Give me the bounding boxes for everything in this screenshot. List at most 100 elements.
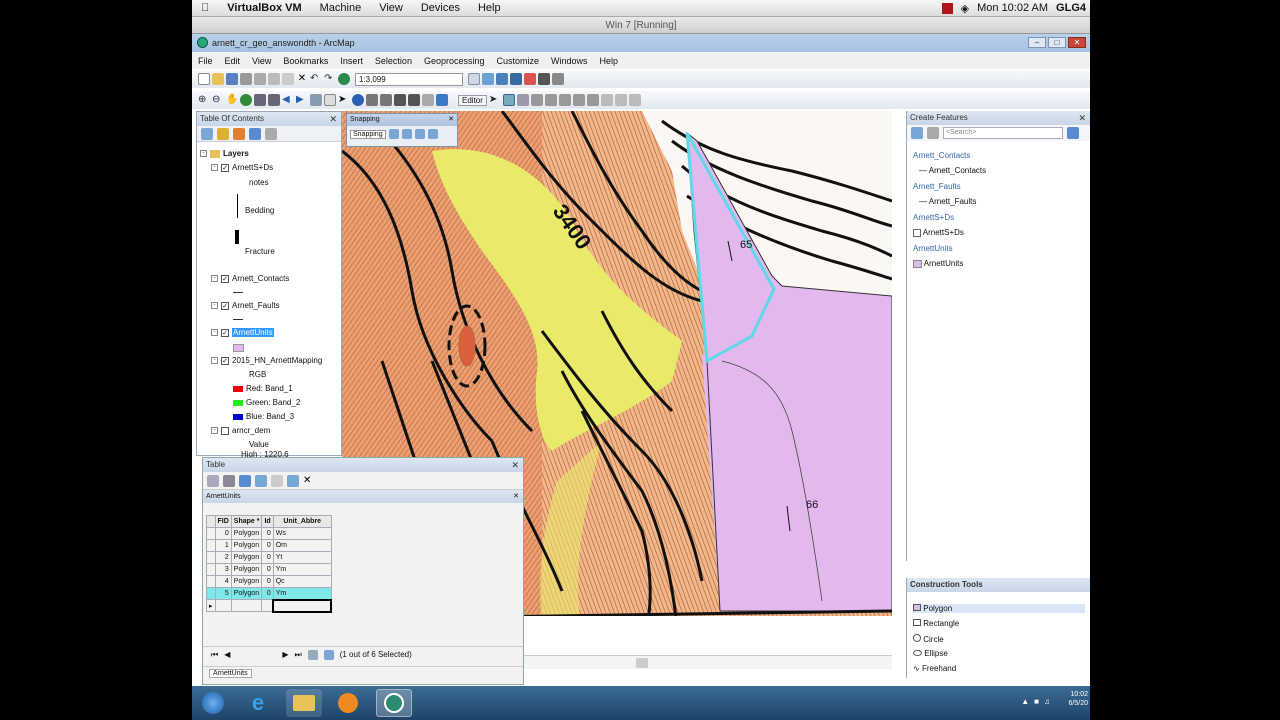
tool-ellipse[interactable]: Ellipse bbox=[913, 649, 948, 658]
toc-layer-arnett-sds[interactable]: - ✓ ArnettS+Ds bbox=[211, 163, 273, 172]
point-snapping-icon[interactable] bbox=[388, 129, 399, 139]
layer-visibility-checkbox[interactable]: ✓ bbox=[221, 301, 229, 310]
cell-shape[interactable]: Polygon bbox=[230, 527, 263, 540]
last-record-icon[interactable]: ⏭ bbox=[295, 650, 302, 660]
internet-explorer-icon[interactable]: e bbox=[240, 689, 276, 717]
row-selector[interactable] bbox=[206, 587, 216, 600]
cell-empty[interactable] bbox=[261, 599, 274, 612]
route-icon[interactable] bbox=[408, 94, 420, 106]
recording-icon[interactable] bbox=[941, 2, 953, 14]
zoom-out-icon[interactable]: ⊖ bbox=[212, 94, 224, 106]
tool-polygon[interactable]: Polygon bbox=[913, 604, 1085, 613]
cell-id[interactable]: 0 bbox=[261, 587, 274, 600]
collapse-icon[interactable]: - bbox=[200, 150, 207, 157]
maximize-button[interactable]: □ bbox=[1048, 37, 1066, 48]
cell-fid[interactable]: 1 bbox=[214, 539, 232, 552]
straight-segment-icon[interactable] bbox=[502, 94, 515, 106]
file-explorer-icon[interactable] bbox=[286, 689, 322, 717]
search-icon[interactable] bbox=[1067, 127, 1079, 139]
menu-insert[interactable]: Insert bbox=[334, 56, 369, 66]
toc-layer-mapping[interactable]: - ✓ 2015_HN_ArnettMapping bbox=[211, 356, 322, 365]
select-elements-icon[interactable]: ➤ bbox=[338, 94, 350, 106]
editor-toolbar-icon[interactable] bbox=[468, 73, 480, 85]
row-selector[interactable] bbox=[206, 563, 216, 576]
menu-file[interactable]: File bbox=[192, 56, 219, 66]
open-icon[interactable] bbox=[212, 73, 224, 85]
cell-id[interactable]: 0 bbox=[261, 551, 274, 564]
full-extent-icon[interactable] bbox=[240, 94, 252, 106]
list-by-selection-icon[interactable] bbox=[249, 127, 261, 140]
back-icon[interactable]: ◀ bbox=[282, 94, 294, 106]
vertex-snapping-icon[interactable] bbox=[414, 129, 425, 139]
table-row[interactable]: 4 Polygon 0 Qc bbox=[206, 575, 332, 588]
new-icon[interactable] bbox=[198, 73, 210, 85]
select-features-icon[interactable] bbox=[310, 94, 322, 106]
tray-arrow-icon[interactable]: ▲ bbox=[1021, 697, 1029, 706]
clock-text[interactable]: Mon 10:02 AM bbox=[977, 2, 1048, 14]
zoom-to-selected-icon[interactable] bbox=[287, 474, 299, 487]
layer-visibility-checkbox[interactable] bbox=[221, 426, 229, 435]
cell-unit[interactable]: Ym bbox=[272, 587, 332, 600]
toc-icon[interactable] bbox=[482, 73, 494, 85]
collapse-icon[interactable]: - bbox=[211, 427, 218, 434]
table-bottom-tab[interactable]: ArnettUnits bbox=[209, 669, 252, 678]
edge-snapping-icon[interactable] bbox=[427, 129, 438, 139]
menu-devices[interactable]: Devices bbox=[412, 2, 469, 14]
rotate-icon[interactable] bbox=[586, 94, 599, 106]
template-item-selected[interactable]: ArnettUnits bbox=[913, 259, 963, 268]
fixed-zoom-out-icon[interactable] bbox=[268, 94, 280, 106]
cell-id[interactable]: 0 bbox=[261, 575, 274, 588]
table-layer-tab[interactable]: ArnettUnits bbox=[206, 493, 241, 500]
switch-selection-icon[interactable] bbox=[255, 474, 267, 487]
menu-help-arc[interactable]: Help bbox=[594, 56, 625, 66]
cell-empty[interactable] bbox=[230, 599, 263, 612]
menu-geoprocessing[interactable]: Geoprocessing bbox=[418, 56, 491, 66]
reshape-icon[interactable] bbox=[544, 94, 557, 106]
row-selector[interactable] bbox=[206, 575, 216, 588]
html-popup-icon[interactable] bbox=[380, 94, 392, 106]
model-builder-icon[interactable] bbox=[552, 73, 564, 85]
cell-unit[interactable]: Ws bbox=[272, 527, 332, 540]
table-new-row[interactable]: ▸ bbox=[206, 598, 333, 613]
cell-unit[interactable]: Ym bbox=[272, 563, 332, 576]
snapping-menu-button[interactable]: Snapping bbox=[350, 129, 386, 139]
list-by-visibility-icon[interactable] bbox=[233, 127, 245, 140]
taskbar-clock[interactable]: 10:02 6/5/20 bbox=[1069, 690, 1088, 708]
hyperlink-icon[interactable] bbox=[366, 94, 378, 106]
toc-layer-arnett-units[interactable]: - ✓ ArnettUnits bbox=[211, 328, 274, 337]
menu-customize[interactable]: Customize bbox=[491, 56, 546, 66]
collapse-icon[interactable]: - bbox=[211, 275, 218, 282]
cell-unit[interactable]: Om bbox=[272, 539, 332, 552]
network-icon[interactable]: ■ bbox=[1034, 697, 1039, 706]
prev-record-icon[interactable]: ◀ bbox=[224, 650, 230, 659]
toc-root-layers[interactable]: - Layers bbox=[200, 149, 249, 158]
table-tab-close-icon[interactable]: ✕ bbox=[513, 490, 519, 503]
list-by-drawing-order-icon[interactable] bbox=[201, 127, 213, 140]
table-row[interactable]: 1 Polygon 0 Om bbox=[206, 539, 332, 552]
toc-options-icon[interactable] bbox=[265, 127, 277, 140]
related-tables-icon[interactable] bbox=[223, 474, 235, 487]
print-icon[interactable] bbox=[240, 73, 252, 85]
first-record-icon[interactable]: ⏮ bbox=[211, 650, 218, 660]
media-player-icon[interactable] bbox=[330, 689, 366, 717]
column-header-id[interactable]: Id bbox=[261, 515, 274, 528]
tool-freehand[interactable]: ∿ Freehand bbox=[913, 664, 956, 673]
tool-circle[interactable]: Circle bbox=[913, 634, 944, 644]
paste-icon[interactable] bbox=[282, 73, 294, 85]
template-item[interactable]: — Arnett_Contacts bbox=[919, 166, 986, 175]
delete-selected-icon[interactable]: ✕ bbox=[303, 475, 315, 487]
forward-icon[interactable]: ▶ bbox=[296, 94, 308, 106]
cell-fid[interactable]: 3 bbox=[214, 563, 232, 576]
measure-icon[interactable] bbox=[422, 94, 434, 106]
menu-view-arc[interactable]: View bbox=[246, 56, 277, 66]
map-horizontal-scrollbar[interactable] bbox=[524, 655, 892, 669]
save-icon[interactable] bbox=[226, 73, 238, 85]
layer-visibility-checkbox[interactable]: ✓ bbox=[221, 274, 229, 283]
wifi-icon[interactable]: ◈ bbox=[961, 2, 969, 15]
copy-icon[interactable] bbox=[268, 73, 280, 85]
cell-unit[interactable]: Yt bbox=[272, 551, 332, 564]
table-close-icon[interactable]: ✕ bbox=[511, 458, 519, 472]
list-by-source-icon[interactable] bbox=[217, 127, 229, 140]
end-snapping-icon[interactable] bbox=[401, 129, 412, 139]
next-record-icon[interactable]: ▶ bbox=[282, 650, 288, 659]
